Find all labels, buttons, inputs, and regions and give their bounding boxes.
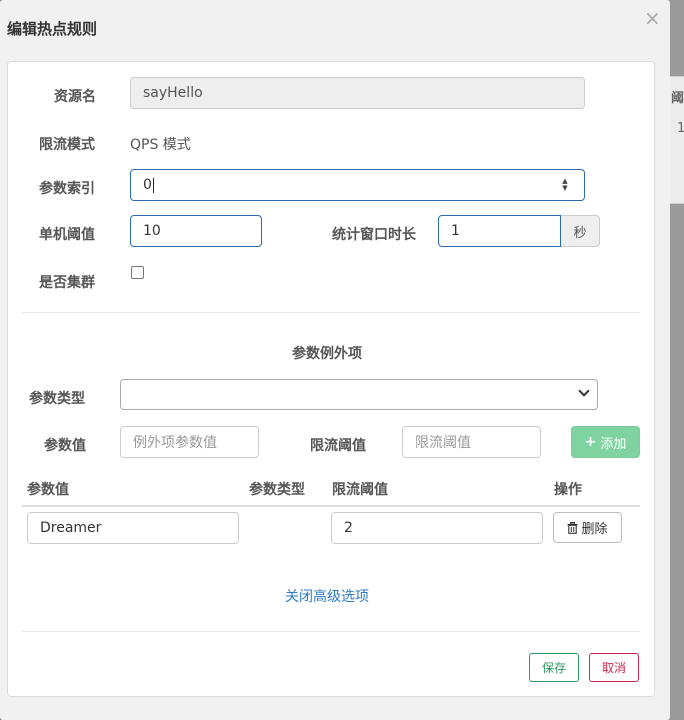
close-advanced-options-link[interactable]: 关闭高级选项 — [285, 586, 369, 606]
save-button[interactable]: 保存 — [529, 653, 579, 682]
divider — [22, 312, 640, 313]
row-param-value-input[interactable]: Dreamer — [27, 512, 239, 544]
table-header-limit: 限流阈值 — [332, 482, 388, 498]
window-label: 统计窗口时长 — [332, 227, 416, 243]
plus-icon: + — [584, 434, 597, 450]
add-exception-button[interactable]: + 添加 — [571, 426, 640, 458]
background-table-fragment: 阈 1 — [669, 76, 684, 204]
exception-limit-input[interactable]: 限流阈值 — [402, 426, 541, 458]
param-type-label: 参数类型 — [29, 391, 85, 407]
trash-icon — [567, 521, 578, 534]
cancel-button[interactable]: 取消 — [589, 653, 639, 682]
background-header-fragment: 阈 — [671, 91, 684, 106]
param-index-input[interactable]: 0 ▲ ▼ — [130, 169, 585, 201]
resource-label: 资源名 — [54, 89, 96, 105]
chevron-down-icon — [578, 385, 590, 397]
mode-value: QPS 模式 — [130, 137, 191, 153]
number-spinner-icon[interactable]: ▲ ▼ — [560, 178, 570, 192]
footer-divider — [22, 631, 640, 632]
table-header-param-value: 参数值 — [27, 482, 69, 498]
param-value-label: 参数值 — [44, 438, 86, 454]
table-header-line — [22, 505, 640, 507]
cluster-checkbox[interactable] — [131, 266, 144, 279]
background-cell-fragment: 1 — [677, 121, 684, 136]
delete-button-label: 删除 — [581, 522, 608, 537]
delete-row-button[interactable]: 删除 — [553, 512, 622, 543]
add-button-label: 添加 — [600, 436, 627, 452]
param-value-placeholder: 例外项参数值 — [133, 435, 217, 451]
exception-param-value-input[interactable]: 例外项参数值 — [120, 426, 259, 458]
resource-name-input: sayHello — [130, 77, 585, 109]
row-limit-input[interactable]: 2 — [331, 512, 543, 544]
limit-placeholder: 限流阈值 — [415, 435, 471, 451]
threshold-value: 10 — [143, 223, 161, 239]
cluster-label: 是否集群 — [39, 275, 95, 291]
threshold-label: 单机阈值 — [39, 227, 95, 243]
edit-hotspot-rule-dialog: 编辑热点规则 × 资源名 sayHello 限流模式 QPS 模式 参数索引 0… — [0, 0, 670, 720]
rule-form-panel: 资源名 sayHello 限流模式 QPS 模式 参数索引 0 ▲ ▼ 单机阈值 … — [7, 61, 655, 697]
threshold-input[interactable]: 10 — [130, 215, 262, 247]
window-input[interactable]: 1 — [438, 215, 561, 247]
dialog-title: 编辑热点规则 — [7, 20, 98, 38]
row-param-value: Dreamer — [40, 520, 102, 536]
table-header-action: 操作 — [554, 482, 582, 498]
mode-label: 限流模式 — [39, 137, 95, 153]
param-index-value: 0 — [143, 177, 152, 193]
resource-name-value: sayHello — [143, 85, 203, 101]
window-unit-addon: 秒 — [561, 215, 600, 247]
table-header-param-type: 参数类型 — [249, 482, 305, 498]
limit-label: 限流阈值 — [310, 438, 366, 454]
window-value: 1 — [451, 223, 460, 239]
row-limit-value: 2 — [344, 520, 353, 536]
exceptions-section-title: 参数例外项 — [292, 346, 362, 362]
close-icon[interactable]: × — [644, 6, 661, 30]
text-cursor — [152, 177, 154, 193]
param-index-label: 参数索引 — [39, 181, 95, 197]
param-type-select[interactable] — [120, 379, 598, 410]
